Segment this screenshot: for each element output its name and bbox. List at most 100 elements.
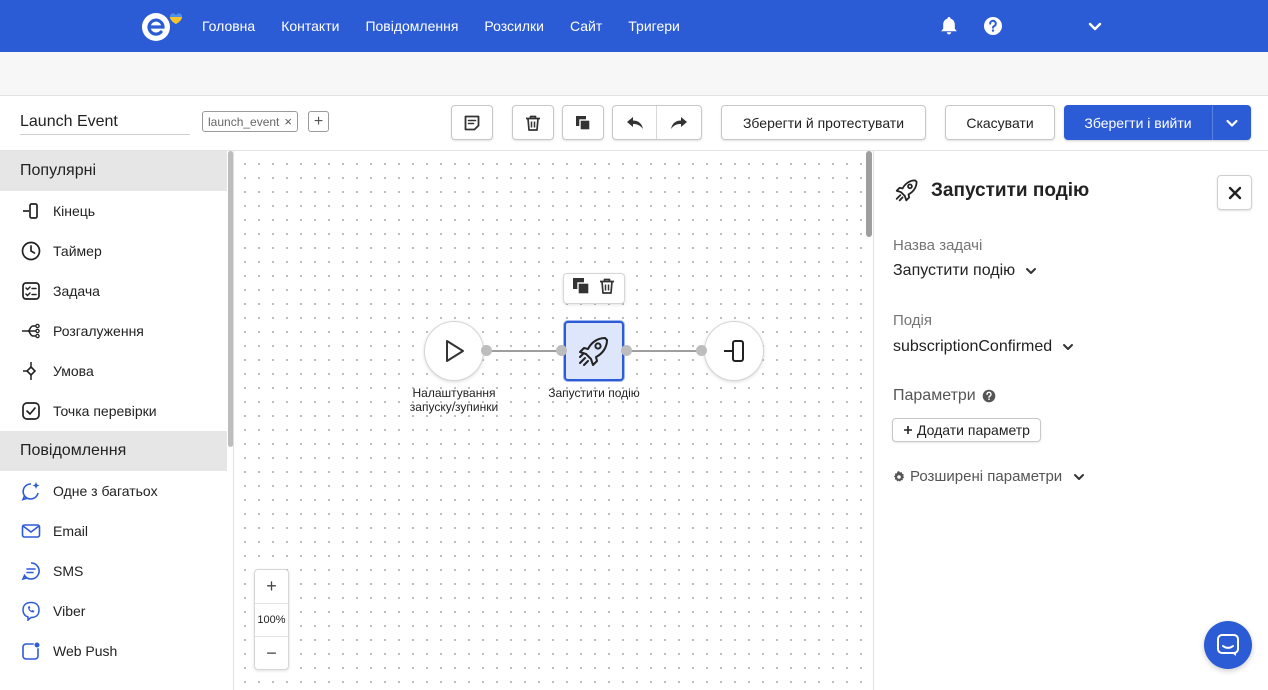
block-branch[interactable]: Розгалуження — [0, 311, 233, 351]
block-branch-label: Розгалуження — [53, 323, 144, 339]
save-options-dropdown[interactable] — [1213, 105, 1251, 140]
copy-icon[interactable] — [572, 277, 590, 300]
task-name-select[interactable]: Запустити подію — [893, 262, 1037, 280]
block-task[interactable]: Задача — [0, 271, 233, 311]
save-and-test-button[interactable]: Зберегти й протестувати — [721, 105, 926, 140]
help-icon[interactable] — [983, 0, 1003, 52]
advanced-settings-toggle[interactable]: Розширені параметри — [893, 468, 1085, 485]
duplicate-button[interactable] — [562, 105, 604, 140]
help-icon[interactable] — [982, 389, 996, 403]
workflow-canvas[interactable] — [234, 151, 872, 690]
block-checkpoint[interactable]: Точка перевірки — [0, 391, 233, 431]
trash-icon[interactable] — [598, 277, 616, 300]
add-parameter-label: Додати параметр — [917, 422, 1030, 438]
nav-messages[interactable]: Повідомлення — [365, 18, 458, 34]
undo-button[interactable] — [613, 106, 657, 139]
block-checkpoint-label: Точка перевірки — [53, 403, 157, 419]
blocks-sidebar: Популярні Кінець Таймер Задача Розгалуже… — [0, 151, 234, 690]
parameters-label: Параметри — [893, 387, 996, 405]
block-viber[interactable]: Viber — [0, 591, 233, 631]
start-node-out-port[interactable] — [481, 345, 492, 356]
canvas-scrollbar[interactable] — [866, 151, 872, 237]
chevron-down-icon — [1074, 473, 1085, 480]
cancel-button[interactable]: Скасувати — [945, 105, 1055, 140]
block-task-label: Задача — [53, 283, 100, 299]
nav-site[interactable]: Сайт — [570, 18, 602, 34]
block-web-push[interactable]: Web Push — [0, 631, 233, 671]
tag-remove-icon[interactable]: × — [284, 114, 292, 129]
end-node[interactable] — [704, 321, 764, 381]
delete-button[interactable] — [512, 105, 554, 140]
launch-node-label: Запустити подію — [548, 386, 640, 400]
tag-label: launch_event — [208, 114, 280, 129]
block-email[interactable]: Email — [0, 511, 233, 551]
section-messages-header[interactable]: Повідомлення — [0, 431, 227, 471]
save-and-exit-group: Зберегти і вийти — [1064, 105, 1251, 140]
plus-icon — [904, 426, 912, 434]
block-sms[interactable]: SMS — [0, 551, 233, 591]
block-condition-label: Умова — [53, 363, 94, 379]
nav-triggers[interactable]: Тригери — [628, 18, 680, 34]
account-menu-chevron-icon[interactable] — [1087, 0, 1103, 52]
edge-launch-to-end — [626, 350, 704, 352]
close-panel-button[interactable] — [1217, 175, 1252, 210]
chevron-down-icon — [1226, 119, 1238, 127]
start-node[interactable] — [424, 321, 484, 381]
launch-event-node[interactable] — [564, 321, 624, 381]
launch-node-in-port[interactable] — [556, 345, 567, 356]
web-push-icon — [20, 640, 42, 662]
workflow-name-input[interactable] — [20, 110, 190, 135]
sidebar-scrollbar[interactable] — [228, 151, 233, 447]
edge-start-to-launch — [488, 350, 563, 352]
event-select[interactable]: subscriptionConfirmed — [893, 338, 1074, 356]
viber-icon — [20, 600, 42, 622]
block-one-of-many-label: Одне з багатьох — [53, 483, 158, 499]
parameters-label-text: Параметри — [893, 387, 976, 404]
zoom-in-button[interactable]: + — [255, 570, 288, 603]
block-end-label: Кінець — [53, 203, 96, 219]
undo-icon — [626, 116, 643, 129]
chat-icon — [1217, 634, 1239, 656]
section-popular-header[interactable]: Популярні — [0, 151, 227, 191]
add-tag-button[interactable]: + — [308, 111, 329, 132]
nav-home[interactable]: Головна — [202, 18, 255, 34]
event-value: subscriptionConfirmed — [893, 338, 1053, 355]
block-timer[interactable]: Таймер — [0, 231, 233, 271]
logo[interactable] — [140, 9, 188, 43]
task-icon — [20, 280, 42, 302]
close-icon — [1228, 186, 1241, 199]
block-one-of-many[interactable]: Одне з багатьох — [0, 471, 233, 511]
note-icon — [464, 115, 480, 130]
support-chat-button[interactable] — [1204, 621, 1252, 669]
nav-contacts[interactable]: Контакти — [281, 18, 339, 34]
sparkle-chat-icon — [20, 480, 42, 502]
panel-title: Запустити подію — [931, 180, 1090, 201]
redo-button[interactable] — [657, 106, 701, 139]
launch-node-out-port[interactable] — [621, 345, 632, 356]
cancel-label: Скасувати — [966, 114, 1034, 131]
nav-campaigns[interactable]: Розсилки — [484, 18, 544, 34]
save-and-exit-button[interactable]: Зберегти і вийти — [1064, 105, 1213, 140]
block-email-label: Email — [53, 523, 89, 539]
node-actions-toolbar — [563, 273, 625, 304]
save-and-test-label: Зберегти й протестувати — [742, 114, 905, 131]
end-icon — [20, 200, 42, 222]
redo-icon — [671, 116, 687, 129]
zoom-out-button[interactable]: − — [255, 637, 288, 670]
chevron-down-icon — [1063, 344, 1074, 350]
bell-icon[interactable] — [940, 0, 958, 52]
block-condition[interactable]: Умова — [0, 351, 233, 391]
branch-icon — [20, 320, 42, 342]
undo-redo-group — [612, 105, 702, 140]
block-viber-label: Viber — [53, 603, 86, 619]
rocket-icon — [579, 337, 608, 366]
event-label: Подія — [893, 312, 933, 329]
tag-chip: launch_event × — [202, 111, 298, 132]
add-parameter-button[interactable]: Додати параметр — [892, 418, 1041, 442]
play-icon — [446, 340, 464, 362]
gear-icon — [893, 470, 905, 482]
notes-button[interactable] — [451, 105, 493, 140]
block-end[interactable]: Кінець — [0, 191, 233, 231]
condition-icon — [20, 360, 42, 382]
end-node-in-port[interactable] — [696, 345, 707, 356]
